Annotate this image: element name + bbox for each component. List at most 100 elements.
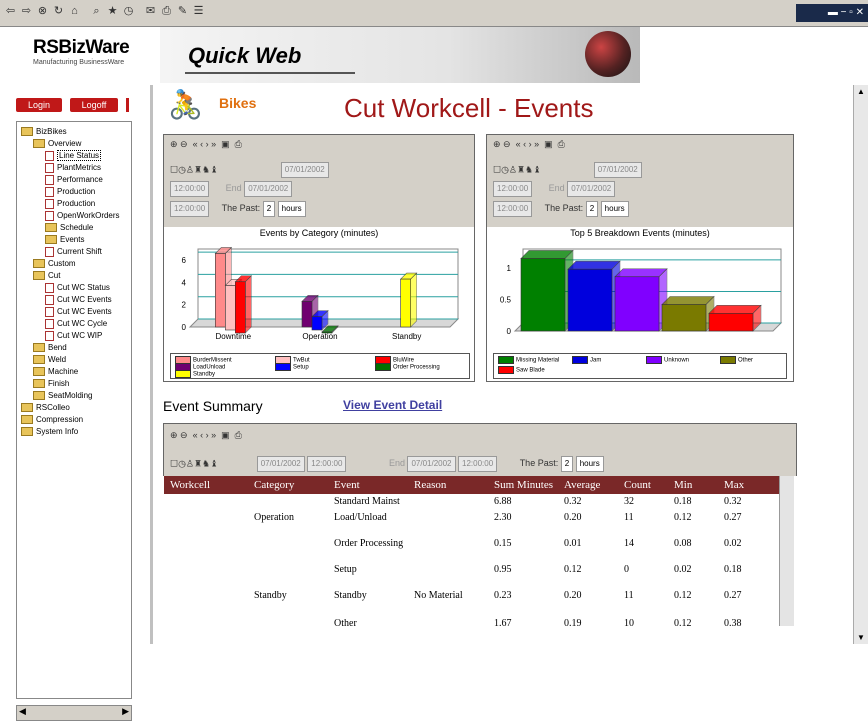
column-header[interactable]: Event — [334, 479, 360, 491]
chart-date-row-1: ☐◷♙♜♞♝ 07/01/2002 — [170, 162, 329, 178]
mail-icon[interactable]: ✉ — [144, 5, 157, 18]
start-time-input[interactable]: 12:00:00 — [493, 181, 533, 197]
tree-item[interactable]: Cut WC Events — [45, 306, 112, 317]
folder-icon — [21, 403, 33, 413]
main-content: 🚴 Bikes Cut Workcell - Events ⊕ ⊖ « ‹ › … — [153, 85, 868, 644]
tree-item-label: Current Shift — [57, 247, 102, 256]
tree-item[interactable]: Cut WC Status — [45, 282, 110, 293]
scroll-up-icon[interactable]: ▲ — [857, 87, 865, 96]
bar-face — [235, 281, 246, 334]
start-date-input[interactable]: 07/01/2002 — [256, 456, 305, 472]
tree-item[interactable]: Weld — [33, 354, 66, 365]
tree-item[interactable]: BizBikes — [21, 126, 67, 137]
toolbar-icons[interactable]: ☐◷♙♜♞♝ — [170, 164, 218, 174]
table-cell: 11 — [624, 590, 634, 601]
column-header[interactable]: Workcell — [170, 479, 210, 491]
past-unit-select[interactable]: hours — [575, 456, 604, 472]
start-date-input[interactable]: 07/01/2002 — [280, 162, 329, 178]
folder-icon — [21, 427, 33, 437]
logoff-button[interactable]: Logoff — [70, 98, 118, 112]
scroll-left-icon[interactable]: ◀ — [19, 706, 26, 717]
tree-horizontal-scrollbar[interactable]: ◀ ▶ — [16, 705, 132, 721]
tree-item[interactable]: Machine — [33, 366, 78, 377]
toolbar-icons[interactable]: ☐◷♙♜♞♝ — [170, 458, 218, 468]
favorites-icon[interactable]: ★ — [106, 5, 119, 18]
tree-item[interactable]: Production — [45, 186, 95, 197]
start-date-input[interactable]: 07/01/2002 — [593, 162, 642, 178]
tree-item[interactable]: Line Status — [45, 150, 102, 161]
end-time-input[interactable]: 12:00:00 — [170, 201, 210, 217]
tree-item-label: Events — [60, 235, 85, 244]
discuss-icon[interactable]: ☰ — [192, 5, 205, 18]
column-header[interactable]: Category — [254, 479, 294, 491]
y-tick-label: 2 — [182, 301, 187, 310]
folder-icon — [45, 235, 57, 245]
chart-nav-icons[interactable]: ⊕ ⊖ « ‹ › » ▣ ⎙ — [170, 139, 242, 150]
tree-item-label: Production — [57, 199, 96, 208]
tree-item[interactable]: Events — [45, 234, 84, 245]
tree-item[interactable]: Schedule — [45, 222, 93, 233]
tree-item-label: Performance — [57, 175, 103, 184]
back-icon[interactable]: ⇦ — [4, 5, 17, 18]
forward-icon[interactable]: ⇨ — [20, 5, 33, 18]
print-icon[interactable]: ⎙ — [160, 5, 173, 18]
past-value-input[interactable]: 2 — [585, 201, 599, 217]
column-header[interactable]: Reason — [414, 479, 446, 491]
tree-item[interactable]: System Info — [21, 426, 78, 437]
tree-item[interactable]: Bend — [33, 342, 67, 353]
tree-item[interactable]: OpenWorkOrders — [45, 210, 120, 221]
tree-item[interactable]: Cut WC WIP — [45, 330, 102, 341]
tree-item[interactable]: Custom — [33, 258, 76, 269]
start-time-input[interactable]: 12:00:00 — [307, 456, 347, 472]
tree-item[interactable]: Compression — [21, 414, 83, 425]
tree-item[interactable]: Cut WC Events — [45, 294, 112, 305]
refresh-icon[interactable]: ↻ — [52, 5, 65, 18]
start-time-input[interactable]: 12:00:00 — [170, 181, 210, 197]
tree-item[interactable]: Current Shift — [45, 246, 102, 257]
end-date-input[interactable]: 07/01/2002 — [567, 181, 616, 197]
tree-item[interactable]: Finish — [33, 378, 69, 389]
chart-nav-icons[interactable]: ⊕ ⊖ « ‹ › » ▣ ⎙ — [493, 139, 565, 150]
login-button[interactable]: Login — [16, 98, 62, 112]
tree-item[interactable]: Cut WC Cycle — [45, 318, 107, 329]
column-header[interactable]: Min — [674, 479, 692, 491]
end-time-input[interactable]: 12:00:00 — [458, 456, 498, 472]
scroll-right-icon[interactable]: ▶ — [122, 706, 129, 717]
tree-item[interactable]: SeatMolding — [33, 390, 92, 401]
column-header[interactable]: Count — [624, 479, 651, 491]
column-header[interactable]: Sum Minutes — [494, 479, 553, 491]
past-unit-select[interactable]: hours — [277, 201, 306, 217]
past-value-input[interactable]: 2 — [560, 456, 574, 472]
chart-title: Top 5 Breakdown Events (minutes) — [570, 228, 710, 238]
tree-item[interactable]: Overview — [33, 138, 81, 149]
legend-label: Standby — [193, 371, 216, 378]
column-header[interactable]: Max — [724, 479, 744, 491]
edit-icon[interactable]: ✎ — [176, 5, 189, 18]
view-event-detail-link[interactable]: View Event Detail — [343, 398, 442, 412]
search-icon[interactable]: ⌕ — [90, 5, 103, 18]
legend-item: Other — [720, 356, 753, 364]
tree-item[interactable]: RSColleo — [21, 402, 70, 413]
toolbar-icons[interactable]: ☐◷♙♜♞♝ — [493, 164, 541, 174]
past-value-input[interactable]: 2 — [262, 201, 276, 217]
end-time-input[interactable]: 12:00:00 — [493, 201, 533, 217]
table-vertical-scrollbar[interactable] — [779, 476, 794, 626]
scroll-down-icon[interactable]: ▼ — [857, 633, 865, 642]
window-controls[interactable]: ▬ − ▫ ✕ — [796, 4, 868, 22]
legend-item: Order Processing — [375, 363, 440, 371]
end-date-input[interactable]: 07/01/2002 — [407, 456, 456, 472]
past-unit-select[interactable]: hours — [600, 201, 629, 217]
history-icon[interactable]: ◷ — [122, 5, 135, 18]
tree-item-label: Weld — [48, 355, 67, 364]
folder-icon — [33, 391, 45, 401]
tree-item[interactable]: Production — [45, 198, 95, 209]
column-header[interactable]: Average — [564, 479, 600, 491]
stop-icon[interactable]: ⊗ — [36, 5, 49, 18]
tree-item[interactable]: PlantMetrics — [45, 162, 101, 173]
page-vertical-scrollbar[interactable]: ▲ ▼ — [853, 85, 868, 644]
tree-item[interactable]: Performance — [45, 174, 103, 185]
home-icon[interactable]: ⌂ — [68, 5, 81, 18]
table-nav-icons[interactable]: ⊕ ⊖ « ‹ › » ▣ ⎙ — [170, 430, 242, 441]
tree-item[interactable]: Cut — [33, 270, 60, 281]
end-date-input[interactable]: 07/01/2002 — [244, 181, 293, 197]
